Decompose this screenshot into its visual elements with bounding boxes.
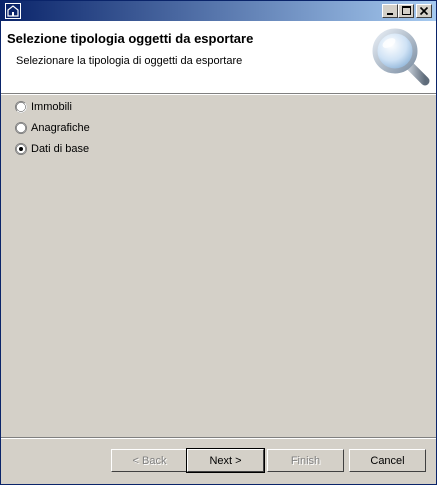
title-bar[interactable] [1,1,436,21]
minimize-button[interactable] [382,4,398,18]
radio-option-dati-di-base[interactable]: Dati di base [15,142,215,158]
radio-button-icon[interactable] [15,122,27,134]
minimize-icon [387,13,393,15]
radio-label: Immobili [31,101,72,113]
app-icon [5,3,21,19]
page-description: Selezionare la tipologia di oggetti da e… [16,55,243,67]
header-divider [1,93,436,95]
radio-label: Anagrafiche [31,122,90,134]
radio-button-icon[interactable] [15,101,27,113]
next-button[interactable]: Next > [186,448,265,473]
wizard-header: Selezione tipologia oggetti da esportare… [1,21,436,93]
cancel-button[interactable]: Cancel [349,449,426,472]
radio-option-immobili[interactable]: Immobili [15,100,215,116]
maximize-button[interactable] [398,4,414,18]
close-icon [419,6,429,16]
radio-button-selected-icon[interactable] [15,143,27,155]
back-button[interactable]: < Back [111,449,188,472]
wizard-window: Selezione tipologia oggetti da esportare… [0,0,437,485]
footer-divider [1,437,436,439]
radio-option-anagrafiche[interactable]: Anagrafiche [15,121,215,137]
radio-label: Dati di base [31,143,90,155]
page-title: Selezione tipologia oggetti da esportare [7,31,254,46]
close-button[interactable] [416,4,432,18]
magnifier-icon [372,28,430,86]
maximize-icon [402,6,411,15]
finish-button[interactable]: Finish [267,449,344,472]
